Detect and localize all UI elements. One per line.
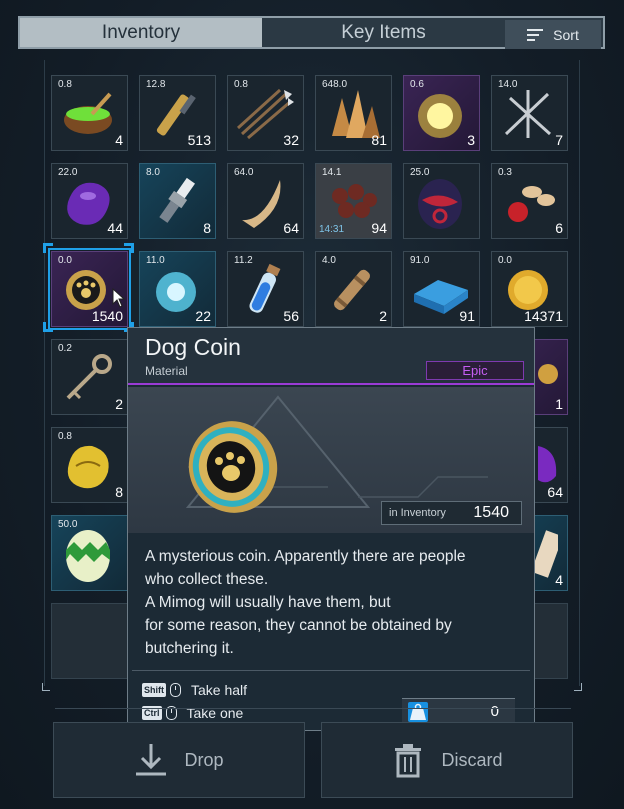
item-quantity: 4 (115, 132, 123, 148)
frame-corner (42, 683, 50, 691)
selection-corner (43, 322, 53, 332)
tab-bar: Inventory Key Items Sort (18, 16, 605, 49)
inventory-slot[interactable]: 0.6 3 (403, 75, 480, 151)
item-name: Dog Coin (145, 334, 241, 360)
sort-icon (527, 28, 545, 41)
sort-label: Sort (553, 26, 579, 43)
discard-button[interactable]: Discard (321, 722, 573, 798)
inventory-slot[interactable]: 64.0 64 (227, 163, 304, 239)
weight-box: 0 (402, 698, 515, 725)
item-quantity: 8 (203, 220, 211, 236)
item-quantity: 6 (555, 220, 563, 236)
red-egg-icon (418, 179, 462, 229)
gold-nugget-icon (67, 445, 109, 489)
trash-icon (395, 744, 422, 778)
item-quantity: 4 (555, 572, 563, 588)
description-line: for some reason, they cannot be obtained… (145, 617, 452, 634)
item-quantity: 8 (115, 484, 123, 500)
tooltip-header: Dog Coin Material Epic (128, 328, 534, 385)
item-quantity: 32 (283, 132, 299, 148)
inventory-slot[interactable]: 0.3 6 (491, 163, 568, 239)
inventory-slot[interactable]: 14.1 14:31 94 (315, 163, 392, 239)
item-quantity: 2 (115, 396, 123, 412)
drop-button[interactable]: Drop (53, 722, 305, 798)
discard-label: Discard (441, 749, 503, 770)
item-quantity: 64 (283, 220, 299, 236)
inventory-slot[interactable]: 0.8 32 (227, 75, 304, 151)
item-quantity: 7 (555, 132, 563, 148)
inventory-slot[interactable]: 11.2 56 (227, 251, 304, 327)
key-icon (66, 354, 112, 400)
separator-line (55, 708, 571, 709)
in-inventory-value: 1540 (473, 504, 509, 521)
inventory-slot[interactable]: 648.0 81 (315, 75, 392, 151)
item-quantity: 91 (459, 308, 475, 324)
item-quantity: 22 (195, 308, 211, 324)
in-inventory-label: in Inventory (389, 507, 446, 519)
in-inventory-box: in Inventory 1540 (381, 501, 522, 525)
action-label: Take half (191, 682, 248, 698)
green-egg-icon (66, 530, 110, 582)
inventory-slot[interactable]: 25.0 (403, 163, 480, 239)
green-potion-bowl-icon (64, 92, 112, 134)
item-category: Material (145, 364, 188, 378)
inventory-slot[interactable]: 0.8 8 (51, 427, 128, 503)
item-quantity: 64 (547, 484, 563, 500)
flame-orb-icon (418, 94, 462, 138)
inventory-slot[interactable]: 14.0 7 (491, 75, 568, 151)
seeds-icon (508, 186, 555, 222)
item-quantity: 14371 (524, 308, 563, 324)
weight-icon (408, 702, 428, 722)
inventory-slot[interactable]: 4.0 2 (315, 251, 392, 327)
item-tooltip: Dog Coin Material Epic in Inventory 1540… (127, 327, 535, 731)
drop-icon (136, 744, 167, 776)
item-quantity: 3 (467, 132, 475, 148)
inventory-slot[interactable]: 12.8 513 (139, 75, 216, 151)
inventory-slot[interactable]: 0.0 14371 (491, 251, 568, 327)
description-line: who collect these. (145, 571, 269, 588)
item-quantity: 1540 (91, 308, 123, 324)
item-quantity: 56 (283, 308, 299, 324)
item-quantity: 81 (371, 132, 387, 148)
item-timer: 14:31 (319, 224, 345, 235)
frame-corner (574, 683, 582, 691)
item-description: A mysterious coin. Apparently there are … (145, 545, 525, 660)
inventory-slot[interactable]: 22.0 44 (51, 163, 128, 239)
inventory-slot-empty[interactable] (51, 603, 128, 679)
inventory-slot[interactable]: 11.0 22 (139, 251, 216, 327)
weight-value: 0 (490, 703, 499, 720)
item-quantity: 2 (379, 308, 387, 324)
inventory-slot[interactable]: 0.2 2 (51, 339, 128, 415)
mouse-cursor-icon (112, 288, 126, 308)
selection-corner (124, 243, 134, 253)
rarity-badge: Epic (426, 361, 524, 380)
sort-button[interactable]: Sort (505, 20, 601, 49)
item-quantity: 94 (371, 220, 387, 236)
tab-inventory[interactable]: Inventory (20, 18, 262, 47)
inventory-slot[interactable]: 8.0 8 (139, 163, 216, 239)
description-line: A mysterious coin. Apparently there are … (145, 548, 466, 565)
selection-corner (43, 243, 53, 253)
item-quantity: 513 (187, 132, 211, 148)
description-line: butchering it. (145, 640, 234, 657)
inventory-slot[interactable]: 50.0 (51, 515, 128, 591)
inventory-slot[interactable]: 91.0 91 (403, 251, 480, 327)
item-quantity: 1 (555, 396, 563, 412)
inventory-slot[interactable]: 0.8 4 (51, 75, 128, 151)
tab-key-items[interactable]: Key Items (262, 18, 505, 47)
drop-label: Drop (184, 749, 224, 770)
nails-icon (504, 90, 552, 138)
shift-key-icon: Shift (142, 683, 166, 697)
wood-scroll-icon (334, 269, 370, 311)
spark-plug-icon (159, 177, 196, 223)
mouse-icon (170, 683, 181, 697)
action-take-half[interactable]: Shift Take half (142, 682, 247, 698)
item-quantity: 44 (107, 220, 123, 236)
divider (132, 670, 530, 671)
description-line: A Mimog will usually have them, but (145, 594, 391, 611)
